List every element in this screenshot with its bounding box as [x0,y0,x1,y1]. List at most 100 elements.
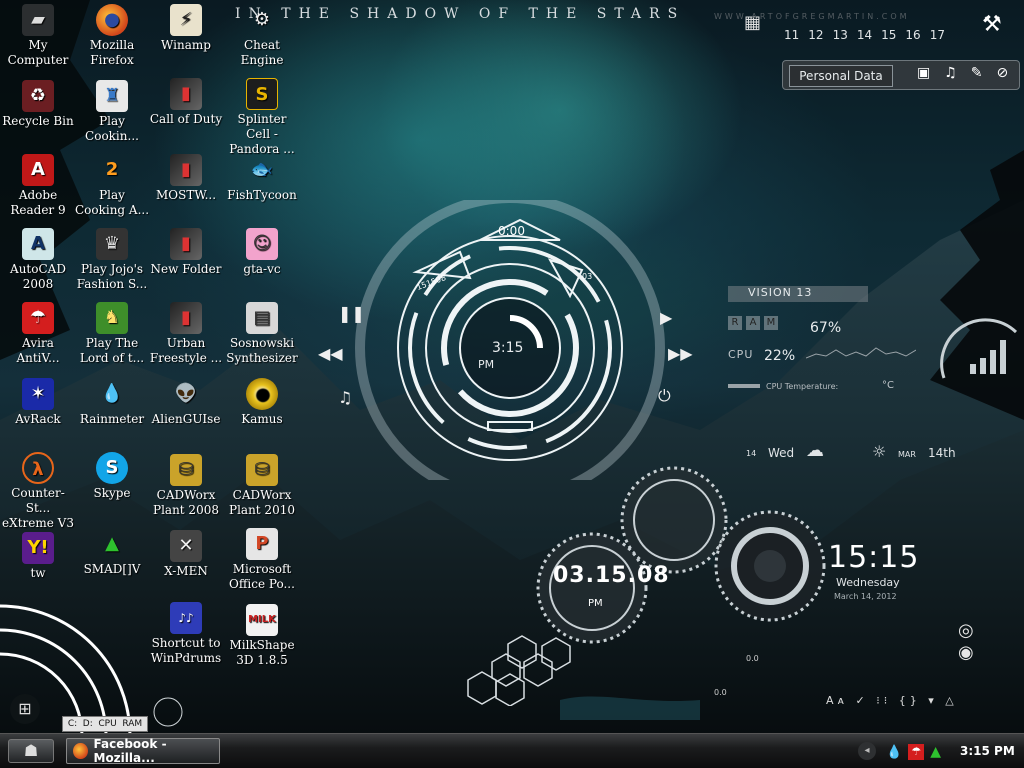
braces-icon[interactable]: {} [899,694,921,707]
alien-start-icon: ☗ [23,741,39,760]
desktop-icon-cheat-engine[interactable]: ⚙ Cheat Engine [224,4,300,68]
desktop-icon-cadworx-2008[interactable]: ⛁ CADWorx Plant 2008 [148,454,224,518]
power-icon[interactable]: ⏻ [658,386,671,406]
music-note-icon[interactable]: ♫ [338,388,352,407]
month-label: MAR [898,450,916,459]
desktop-icon-rainmeter[interactable]: 💧 Rainmeter [74,378,150,427]
yahoo-icon: Y! [22,532,54,564]
drive-label[interactable]: D: [83,719,93,729]
smad-tray-icon[interactable]: ▲ [930,744,941,760]
check-icon[interactable]: ✓ [856,694,869,707]
personal-data-panel: Personal Data ▣ ♫ ✎ ⊘ [782,60,1020,90]
dropdown-icon[interactable]: ▾ [928,694,938,707]
windows-logo-icon[interactable]: ⊞ [10,694,40,724]
cd-icon: ● [246,378,278,410]
folder-icon: ▮ [170,154,202,186]
cpu-percent: 22% [764,348,796,364]
desktop-icon-sosnowski[interactable]: ▤ Sosnowski Synthesizer [224,302,300,366]
desktop-icon-counter-strike[interactable]: λ Counter-St... eXtreme V3 [0,452,76,531]
avira-icon: ☂ [22,302,54,334]
desktop-icon-autocad[interactable]: A AutoCAD 2008 [0,228,76,292]
winamp-icon: ⚡ [170,4,202,36]
desktop-icon-firefox[interactable]: ● Mozilla Firefox [74,4,150,68]
desktop-icon-smad[interactable]: ▲ SMAD[]V [74,528,150,577]
calendar-day: 17 [929,28,945,42]
alien-icon: 👽 [174,383,198,404]
fast-forward-icon[interactable]: ▶▶ [668,344,693,363]
settings-rings-icon[interactable]: ◎ ◉ [958,620,974,664]
recycle-bin-icon: ♻ [22,80,54,112]
desktop-icon-alienguise[interactable]: 👽 AlienGUIse [148,378,224,427]
desktop-icon-new-folder[interactable]: ▮ New Folder [148,228,224,277]
ram-percent: 67% [810,320,842,336]
feather-icon[interactable]: ✎ [971,65,983,81]
sun-icon: ☼ [872,442,887,461]
calendar-day: 13 [832,28,848,42]
triangle-icon[interactable]: △ [945,694,957,707]
folder-icon: ▮ [170,228,202,260]
desktop-icon-winamp[interactable]: ⚡ Winamp [148,4,224,53]
desktop-icon-xmen[interactable]: ✕ X-MEN [148,530,224,579]
tray-expand-icon[interactable]: ◂ [858,742,876,760]
drive-label[interactable]: CPU [98,719,116,729]
drive-label[interactable]: RAM [122,719,142,729]
tools-icon[interactable]: ⚒ [982,12,1008,38]
smad-icon: ▲ [105,533,119,554]
desktop-icon-fishtycoon[interactable]: 🐟 FishTycoon [224,154,300,203]
desktop-icon-adobe-reader[interactable]: A Adobe Reader 9 [0,154,76,218]
ram-label: R A M [728,316,778,330]
counter-strike-icon: λ [22,452,54,484]
music-icon[interactable]: ♫ [944,65,957,81]
desktop-icon-call-of-duty[interactable]: ▮ Call of Duty [148,78,224,127]
cpu-label: CPU [728,348,754,361]
folder-icon: ▮ [170,78,202,110]
desktop-icon-play-lotr[interactable]: ♞ Play The Lord of t... [74,302,150,366]
taskbar-item-label: Facebook - Mozilla... [93,737,167,765]
cadworx-icon: ⛁ [246,454,278,486]
taskbar-item-firefox[interactable]: Facebook - Mozilla... [66,737,220,765]
desktop-icon-powerpoint[interactable]: P Microsoft Office Po... [224,528,300,592]
text-size-icon[interactable]: Aᴀ [826,694,848,707]
dots-icon[interactable]: ⁝⁝ [876,694,891,707]
pause-icon[interactable]: ❚❚ [338,304,365,323]
desktop-icon-play-cookin[interactable]: ♜ Play Cookin... [74,80,150,144]
folder-icon[interactable]: ▣ [917,65,930,81]
date-label: 14th [928,446,956,460]
start-button[interactable]: ☗ [8,739,54,763]
drive-label[interactable]: C: [68,719,77,729]
rewind-icon[interactable]: ◀◀ [318,344,343,363]
desktop-icon-mostw[interactable]: ▮ MOSTW... [148,154,224,203]
rainmeter-tray-icon[interactable]: 💧 [886,745,902,760]
desktop-icon-kamus[interactable]: ● Kamus [224,378,300,427]
volume-gauge[interactable] [936,318,1022,392]
drive-monitor: C: D: CPU RAM [62,716,148,732]
taskbar-clock[interactable]: 3:15 PM [960,744,1015,758]
hexagon-launcher[interactable] [466,634,578,706]
desktop-icon-my-computer[interactable]: ▰ My Computer [0,4,76,68]
digital-clock: 15:15 [828,540,920,575]
desktop-icon-milkshape[interactable]: MILK MilkShape 3D 1.8.5 [224,604,300,668]
desktop-icon-gta-vc[interactable]: ☺ gta-vc [224,228,300,277]
gta-icon: ☺ [246,228,278,260]
calendar-day: 15 [881,28,897,42]
desktop-icon-urban-freestyle[interactable]: ▮ Urban Freestyle ... [148,302,224,366]
desktop-icon-splinter-cell[interactable]: S Splinter Cell - Pandora ... [224,78,300,157]
desktop-icon-avrack[interactable]: ✶ AvRack [0,378,76,427]
clock-weekday: Wednesday [836,576,900,589]
xmen-icon: ✕ [170,530,202,562]
avira-tray-icon[interactable]: ☂ [908,744,925,760]
desktop-icon-play-cooking-a[interactable]: 2 Play Cooking A... [74,154,150,218]
autocad-icon: A [22,228,54,260]
desktop-icon-avira[interactable]: ☂ Avira AntiV... [0,302,76,366]
player-track-right: 03 [582,272,593,281]
desktop-icon-skype[interactable]: S Skype [74,452,150,501]
fish-icon: 🐟 [250,159,274,180]
cancel-icon[interactable]: ⊘ [997,65,1009,81]
desktop-icon-play-jojos[interactable]: ♛ Play Jojo's Fashion S... [74,228,150,292]
desktop-icon-recycle-bin[interactable]: ♻ Recycle Bin [0,80,76,129]
personal-data-button[interactable]: Personal Data [789,65,893,87]
powerpoint-icon: P [246,528,278,560]
desktop-icon-tw[interactable]: Y! tw [0,532,76,581]
desktop-icon-cadworx-2010[interactable]: ⛁ CADWorx Plant 2010 [224,454,300,518]
play-icon[interactable]: ▶ [660,308,672,327]
